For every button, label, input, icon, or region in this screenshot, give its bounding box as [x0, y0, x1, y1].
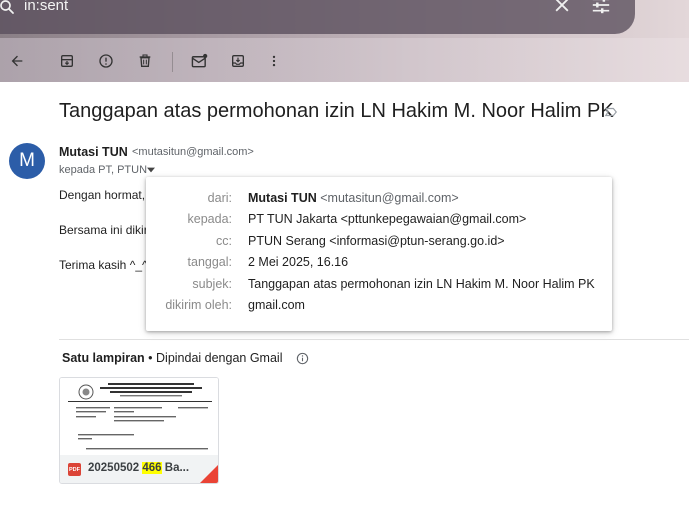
archive-icon [61, 55, 73, 67]
more-vert-icon [272, 55, 276, 67]
body-text: Bersama ini dikiri [59, 223, 151, 237]
details-from-row: dari: Mutasi TUN <mutasitun@gmail.com> [146, 191, 612, 209]
pdf-icon: PDF [68, 463, 81, 476]
scanned-by-gmail: Dipindai dengan Gmail [156, 351, 283, 365]
arrow-back-icon [11, 55, 23, 67]
more-options-button[interactable] [263, 50, 285, 72]
details-cc-row: cc: PTUN Serang <informasi@ptun-serang.g… [146, 234, 612, 252]
details-subject-label: subjek: [192, 277, 232, 291]
attachment-count: Satu lampiran [62, 351, 145, 365]
details-date-value: 2 Mei 2025, 16.16 [248, 255, 349, 269]
search-bar[interactable]: in:sent [0, 0, 635, 34]
tune-icon[interactable] [591, 0, 611, 14]
close-icon[interactable] [552, 0, 572, 15]
attachment-preview-thumbnail [60, 378, 218, 455]
details-mailedby-label: dikirim oleh: [165, 298, 232, 312]
move-to-button[interactable] [227, 50, 249, 72]
message-toolbar [0, 44, 689, 80]
filename-prefix: 20250502 [88, 462, 143, 474]
details-subject-row: subjek: Tanggapan atas permohonan izin L… [146, 277, 612, 295]
filename-highlight: 466 [142, 462, 162, 474]
bullet-separator: • [148, 351, 157, 365]
label-important-icon[interactable] [604, 105, 618, 119]
recipients-summary: kepada PT, PTUN [59, 164, 148, 176]
details-cc-value: PTUN Serang <informasi@ptun-serang.go.id… [248, 234, 505, 248]
move-to-icon [232, 55, 244, 67]
delete-button[interactable] [134, 50, 156, 72]
attachment-card[interactable]: PDF 20250502 466 Ba... [59, 377, 219, 484]
mark-unread-icon [191, 53, 207, 68]
back-button[interactable] [6, 50, 28, 72]
toolbar-divider [172, 52, 173, 72]
details-subject-value: Tanggapan atas permohonan izin LN Hakim … [248, 277, 595, 291]
details-date-label: tanggal: [187, 255, 232, 269]
report-spam-icon [99, 54, 113, 68]
trash-icon [139, 54, 151, 67]
details-to-value: PT TUN Jakarta <pttunkepegawaian@gmail.c… [248, 212, 527, 226]
message-details-popup: dari: Mutasi TUN <mutasitun@gmail.com> k… [146, 177, 612, 331]
page-corner-fold-icon [200, 465, 218, 483]
body-closing: Terima kasih ^_^ [59, 258, 148, 272]
attachment-footer: PDF 20250502 466 Ba... [60, 455, 218, 483]
attachments-heading: Satu lampiran • Dipindai dengan Gmail [62, 351, 282, 365]
report-spam-button[interactable] [95, 50, 117, 72]
attachment-filename: 20250502 466 Ba... [88, 462, 189, 474]
details-from-label: dari: [207, 191, 232, 205]
email-subject: Tanggapan atas permohonan izin LN Hakim … [59, 100, 614, 122]
details-to-row: kepada: PT TUN Jakarta <pttunkepegawaian… [146, 212, 612, 230]
search-input[interactable]: in:sent [24, 0, 68, 14]
details-from-value: Mutasi TUN <mutasitun@gmail.com> [248, 191, 459, 205]
details-from-name: Mutasi TUN [248, 191, 317, 205]
details-mailedby-row: dikirim oleh: gmail.com [146, 298, 612, 316]
body-greeting: Dengan hormat, [59, 188, 146, 202]
filename-suffix: Ba... [161, 462, 190, 474]
details-to-label: kepada: [187, 212, 232, 226]
attachments-divider [59, 339, 689, 340]
details-date-row: tanggal: 2 Mei 2025, 16.16 [146, 255, 612, 273]
sender-avatar[interactable]: M [9, 143, 45, 179]
details-from-email: <mutasitun@gmail.com> [320, 191, 459, 205]
info-icon[interactable] [296, 352, 309, 365]
archive-button[interactable] [56, 50, 78, 72]
chevron-down-icon[interactable] [147, 167, 155, 173]
sender-name: Mutasi TUN [59, 145, 128, 159]
details-mailedby-value: gmail.com [248, 298, 305, 312]
details-cc-label: cc: [216, 234, 232, 248]
sender-email: <mutasitun@gmail.com> [132, 146, 254, 158]
mark-unread-button[interactable] [188, 50, 210, 72]
search-icon[interactable] [0, 0, 16, 16]
